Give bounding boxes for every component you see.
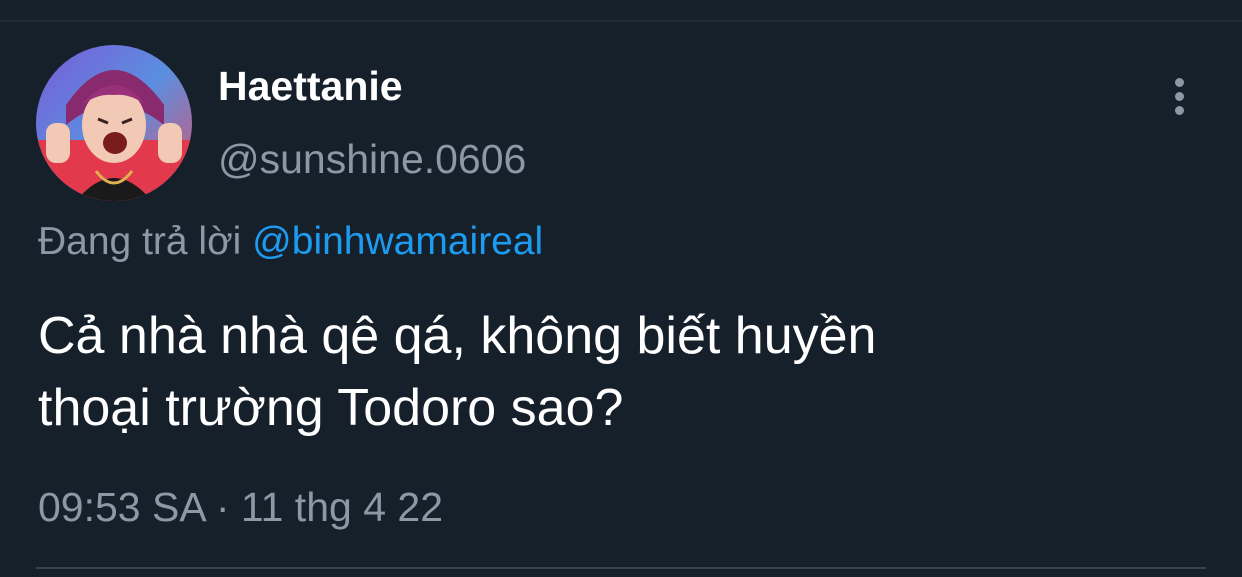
avatar[interactable] [36, 45, 192, 201]
more-vertical-icon-dot [1174, 105, 1184, 115]
avatar-image [36, 45, 192, 201]
more-vertical-icon [1174, 77, 1184, 87]
top-divider [0, 20, 1242, 22]
replying-to-label: Đang trả lời [38, 220, 242, 263]
user-handle[interactable]: @sunshine.0606 [218, 135, 526, 183]
tweet-text-line: Cả nhà nhà qê qá, không biết huyền [38, 307, 877, 365]
tweet-text-line: thoại trường Todoro sao? [38, 379, 624, 437]
tweet-timestamp[interactable]: 09:53 SA · 11 thg 4 22 [38, 483, 443, 531]
tweet-text: Cả nhà nhà qê qá, không biết huyền thoại… [38, 300, 1198, 444]
more-options-button[interactable] [1160, 72, 1198, 120]
tweet-detail: Haettanie @sunshine.0606 Đang trả lời @b… [0, 0, 1242, 577]
bottom-divider [36, 567, 1206, 569]
display-name[interactable]: Haettanie [218, 62, 403, 110]
replying-to: Đang trả lời @binhwamaireal [38, 218, 543, 266]
more-vertical-icon-dot [1174, 91, 1184, 101]
replying-to-mention[interactable]: @binhwamaireal [252, 220, 543, 263]
